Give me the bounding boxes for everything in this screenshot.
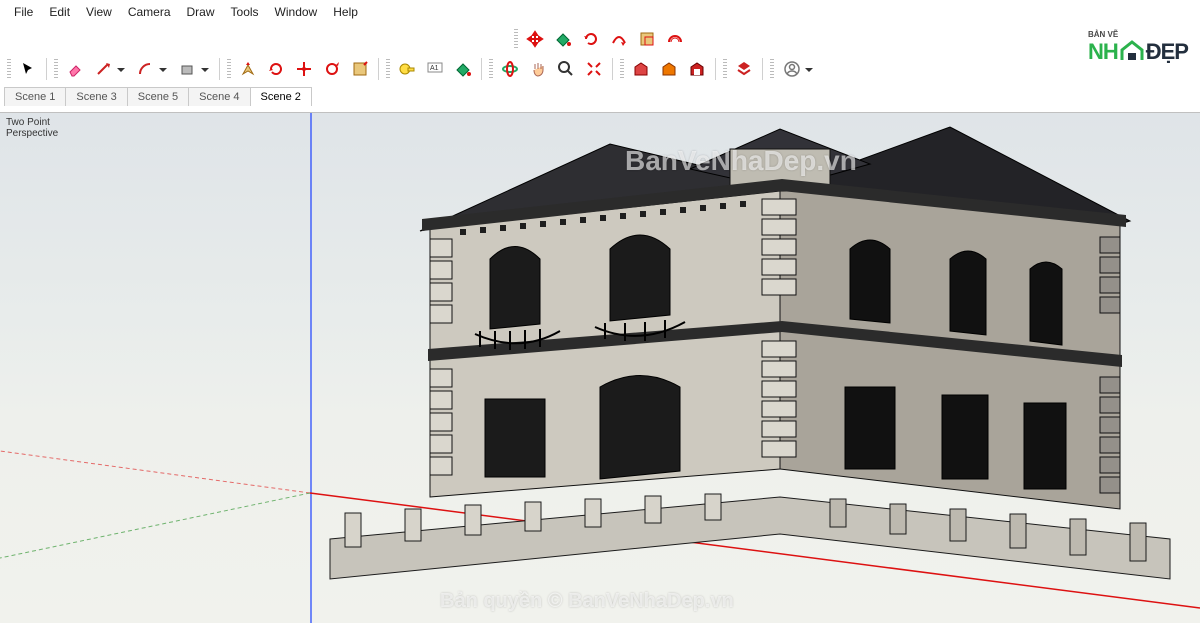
viewport-3d[interactable]: Two Point Perspective <box>0 112 1200 623</box>
grip-icon[interactable] <box>7 59 11 79</box>
svg-text:A1: A1 <box>430 65 439 72</box>
extension-warehouse[interactable] <box>684 56 710 82</box>
logo-part-2: ĐẸP <box>1146 39 1188 64</box>
grip-icon[interactable] <box>54 59 58 79</box>
menu-camera[interactable]: Camera <box>120 2 179 22</box>
scene-tabs: Scene 1 Scene 3 Scene 5 Scene 4 Scene 2 <box>0 84 1200 106</box>
logo-part-1: NH <box>1088 39 1118 64</box>
menu-tools[interactable]: Tools <box>223 2 267 22</box>
zoom-tool[interactable] <box>553 56 579 82</box>
menu-bar: File Edit View Camera Draw Tools Window … <box>0 0 1200 24</box>
grip-icon[interactable] <box>227 59 231 79</box>
tab-scene-3[interactable]: Scene 3 <box>65 87 127 106</box>
offset-tool-alt[interactable] <box>347 56 373 82</box>
logo-small: BẢN VẼ <box>1088 30 1188 39</box>
toolbar-main: A1 <box>0 54 1200 84</box>
menu-view[interactable]: View <box>78 2 120 22</box>
tab-scene-1[interactable]: Scene 1 <box>4 87 66 106</box>
grip-icon[interactable] <box>489 59 493 79</box>
tab-scene-4[interactable]: Scene 4 <box>188 87 250 106</box>
menu-file[interactable]: File <box>6 2 41 22</box>
tab-scene-5[interactable]: Scene 5 <box>127 87 189 106</box>
move-tool-alt[interactable] <box>263 56 289 82</box>
orbit-tool[interactable] <box>497 56 523 82</box>
arc-tool[interactable] <box>132 56 172 82</box>
rotate-tool-alt[interactable] <box>291 56 317 82</box>
paint-bucket[interactable] <box>450 56 476 82</box>
move-tool[interactable] <box>522 26 548 52</box>
zoom-extents-tool[interactable] <box>581 56 607 82</box>
select-tool[interactable] <box>15 56 41 82</box>
3d-warehouse-open[interactable] <box>628 56 654 82</box>
text-tool[interactable]: A1 <box>422 56 448 82</box>
scale-tool[interactable] <box>634 26 660 52</box>
building-model <box>310 112 1190 623</box>
paint-bucket-tool[interactable] <box>550 26 576 52</box>
push-pull-tool[interactable] <box>235 56 261 82</box>
extension-manager[interactable] <box>731 56 757 82</box>
grip-icon[interactable] <box>514 29 518 49</box>
3d-warehouse-share[interactable] <box>656 56 682 82</box>
offset-tool[interactable] <box>662 26 688 52</box>
menu-draw[interactable]: Draw <box>179 2 223 22</box>
rotate-tool[interactable] <box>578 26 604 52</box>
toolbar-modify <box>0 24 1200 54</box>
menu-window[interactable]: Window <box>267 2 326 22</box>
tape-measure-tool[interactable] <box>394 56 420 82</box>
projection-label: Two Point Perspective <box>6 117 58 139</box>
menu-edit[interactable]: Edit <box>41 2 78 22</box>
shape-tool[interactable] <box>174 56 214 82</box>
grip-icon[interactable] <box>770 59 774 79</box>
grip-icon[interactable] <box>620 59 624 79</box>
grip-icon[interactable] <box>386 59 390 79</box>
user-account[interactable] <box>778 56 818 82</box>
eraser-tool[interactable] <box>62 56 88 82</box>
menu-help[interactable]: Help <box>325 2 366 22</box>
line-tool[interactable] <box>90 56 130 82</box>
scale-tool-alt[interactable] <box>319 56 345 82</box>
site-logo: BẢN VẼ NH ĐẸP <box>1088 30 1188 65</box>
grip-icon[interactable] <box>723 59 727 79</box>
pan-tool[interactable] <box>525 56 551 82</box>
follow-me-tool[interactable] <box>606 26 632 52</box>
tab-scene-2[interactable]: Scene 2 <box>250 87 312 106</box>
